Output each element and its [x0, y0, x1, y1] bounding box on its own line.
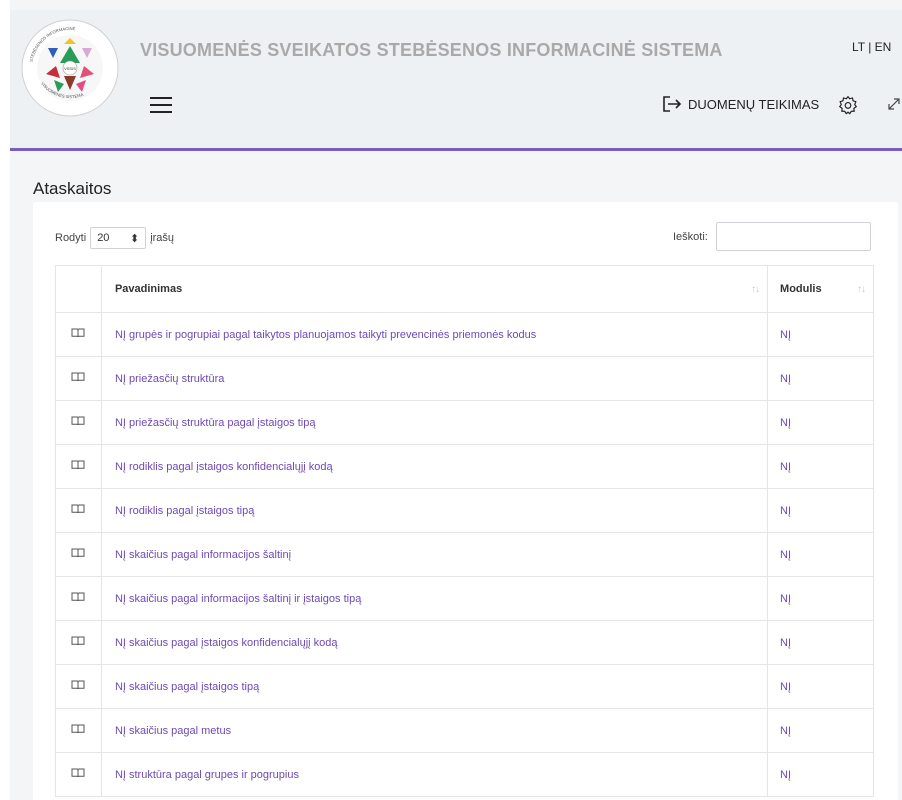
show-label: Rodyti [55, 232, 87, 244]
table-row[interactable]: NĮ priežasčių struktūra pagal įstaigos t… [55, 400, 874, 445]
report-module: NĮ [767, 400, 874, 445]
report-module: NĮ [767, 356, 874, 401]
row-icon-cell[interactable] [55, 708, 102, 753]
table-row[interactable]: NĮ grupės ir pogrupiai pagal taikytos pl… [55, 312, 874, 357]
book-icon [71, 592, 85, 602]
row-icon-cell[interactable] [55, 444, 102, 489]
report-name-link[interactable]: NĮ skaičius pagal informacijos šaltinį [100, 532, 769, 577]
row-icon-cell[interactable] [55, 576, 102, 621]
menu-hamburger-icon[interactable] [150, 97, 172, 113]
module-column-header[interactable]: Modulis ↑↓ [767, 265, 874, 313]
book-icon [71, 416, 85, 426]
search-label: Ieškoti: [673, 230, 708, 243]
page-size-value: 20 [97, 232, 110, 244]
book-icon [71, 372, 85, 382]
table-header-row: Pavadinimas ↑↓ Modulis ↑↓ [55, 265, 874, 313]
report-module: NĮ [767, 664, 874, 709]
book-icon [71, 504, 85, 514]
data-submission-label: DUOMENŲ TEIKIMAS [688, 96, 820, 112]
report-name-link[interactable]: NĮ skaičius pagal metus [100, 708, 769, 753]
row-icon-cell[interactable] [55, 488, 102, 533]
book-icon [71, 548, 85, 558]
report-name-link[interactable]: NĮ skaičius pagal įstaigos konfidencialų… [100, 620, 769, 665]
report-module: NĮ [767, 620, 874, 665]
book-icon [71, 460, 85, 470]
data-submission-button[interactable]: DUOMENŲ TEIKIMAS [662, 96, 819, 112]
page-size-select[interactable]: 20 ⬍ [90, 227, 147, 249]
module-header-label: Modulis [780, 283, 822, 295]
language-switch[interactable]: LT | EN [852, 40, 891, 54]
logout-arrow-icon [663, 96, 682, 112]
report-module: NĮ [767, 576, 874, 621]
name-column-header[interactable]: Pavadinimas ↑↓ [100, 265, 769, 313]
report-module: NĮ [767, 444, 874, 489]
book-icon [71, 724, 85, 734]
sort-icon: ↑↓ [857, 283, 866, 295]
vssis-logo[interactable]: VSSIS STEBĖSENOS INFORMACINĖ VISUOMENĖS … [20, 18, 120, 118]
reports-table: Pavadinimas ↑↓ Modulis ↑↓ NĮ grupės ir pog… [55, 265, 874, 797]
table-row[interactable]: NĮ rodiklis pagal įstaigos tipą NĮ [55, 488, 874, 533]
row-icon-cell[interactable] [55, 620, 102, 665]
select-arrows-icon: ⬍ [129, 232, 140, 245]
table-row[interactable]: NĮ priežasčių struktūra NĮ [55, 356, 874, 401]
page-title: Ataskaitos [33, 179, 112, 198]
row-icon-cell[interactable] [55, 752, 102, 797]
report-module: NĮ [767, 752, 874, 797]
entries-label: įrašų [150, 232, 175, 244]
svg-text:VSSIS: VSSIS [64, 66, 76, 71]
page-length-control: Rodyti 20 ⬍ įrašų [55, 227, 174, 249]
page: VSSIS STEBĖSENOS INFORMACINĖ VISUOMENĖS … [0, 0, 902, 800]
report-name-link[interactable]: NĮ skaičius pagal įstaigos tipą [100, 664, 769, 709]
row-icon-cell[interactable] [55, 312, 102, 357]
table-row[interactable]: NĮ rodiklis pagal įstaigos konfidencialų… [55, 444, 874, 489]
report-module: NĮ [767, 532, 874, 577]
report-name-link[interactable]: NĮ priežasčių struktūra pagal įstaigos t… [100, 400, 769, 445]
report-name-link[interactable]: NĮ grupės ir pogrupiai pagal taikytos pl… [100, 312, 769, 357]
report-name-link[interactable]: NĮ rodiklis pagal įstaigos tipą [100, 488, 769, 533]
book-icon [71, 768, 85, 778]
fullscreen-icon[interactable] [887, 97, 901, 111]
report-name-link[interactable]: NĮ priežasčių struktūra [100, 356, 769, 401]
report-module: NĮ [767, 488, 874, 533]
table-row[interactable]: NĮ skaičius pagal įstaigos konfidencialų… [55, 620, 874, 665]
search-input[interactable] [715, 222, 871, 251]
row-icon-cell[interactable] [55, 356, 102, 401]
row-icon-cell[interactable] [55, 532, 102, 577]
table-row[interactable]: NĮ skaičius pagal įstaigos tipą NĮ [55, 664, 874, 709]
header-accent-line [10, 148, 902, 151]
row-icon-cell[interactable] [55, 664, 102, 709]
icon-column-header [55, 265, 102, 313]
report-name-link[interactable]: NĮ rodiklis pagal įstaigos konfidencialų… [100, 444, 769, 489]
header-bar [10, 10, 902, 148]
book-icon [71, 328, 85, 338]
table-row[interactable]: NĮ skaičius pagal metus NĮ [55, 708, 874, 753]
table-row[interactable]: NĮ skaičius pagal informacijos šaltinį i… [55, 576, 874, 621]
book-icon [71, 680, 85, 690]
report-module: NĮ [767, 312, 874, 357]
left-edge [0, 0, 10, 800]
report-name-link[interactable]: NĮ struktūra pagal grupes ir pogrupius [100, 752, 769, 797]
search-control: Ieškoti: [673, 222, 871, 251]
sort-icon: ↑↓ [751, 283, 760, 295]
report-module: NĮ [767, 708, 874, 753]
report-name-link[interactable]: NĮ skaičius pagal informacijos šaltinį i… [100, 576, 769, 621]
book-icon [71, 636, 85, 646]
table-row[interactable]: NĮ skaičius pagal informacijos šaltinį NĮ [55, 532, 874, 577]
gear-icon[interactable] [838, 95, 858, 115]
name-header-label: Pavadinimas [114, 283, 183, 295]
table-row[interactable]: NĮ struktūra pagal grupes ir pogrupius NĮ [55, 752, 874, 797]
system-title: VISUOMENĖS SVEIKATOS STEBĖSENOS INFORMAC… [140, 40, 723, 60]
row-icon-cell[interactable] [55, 400, 102, 445]
